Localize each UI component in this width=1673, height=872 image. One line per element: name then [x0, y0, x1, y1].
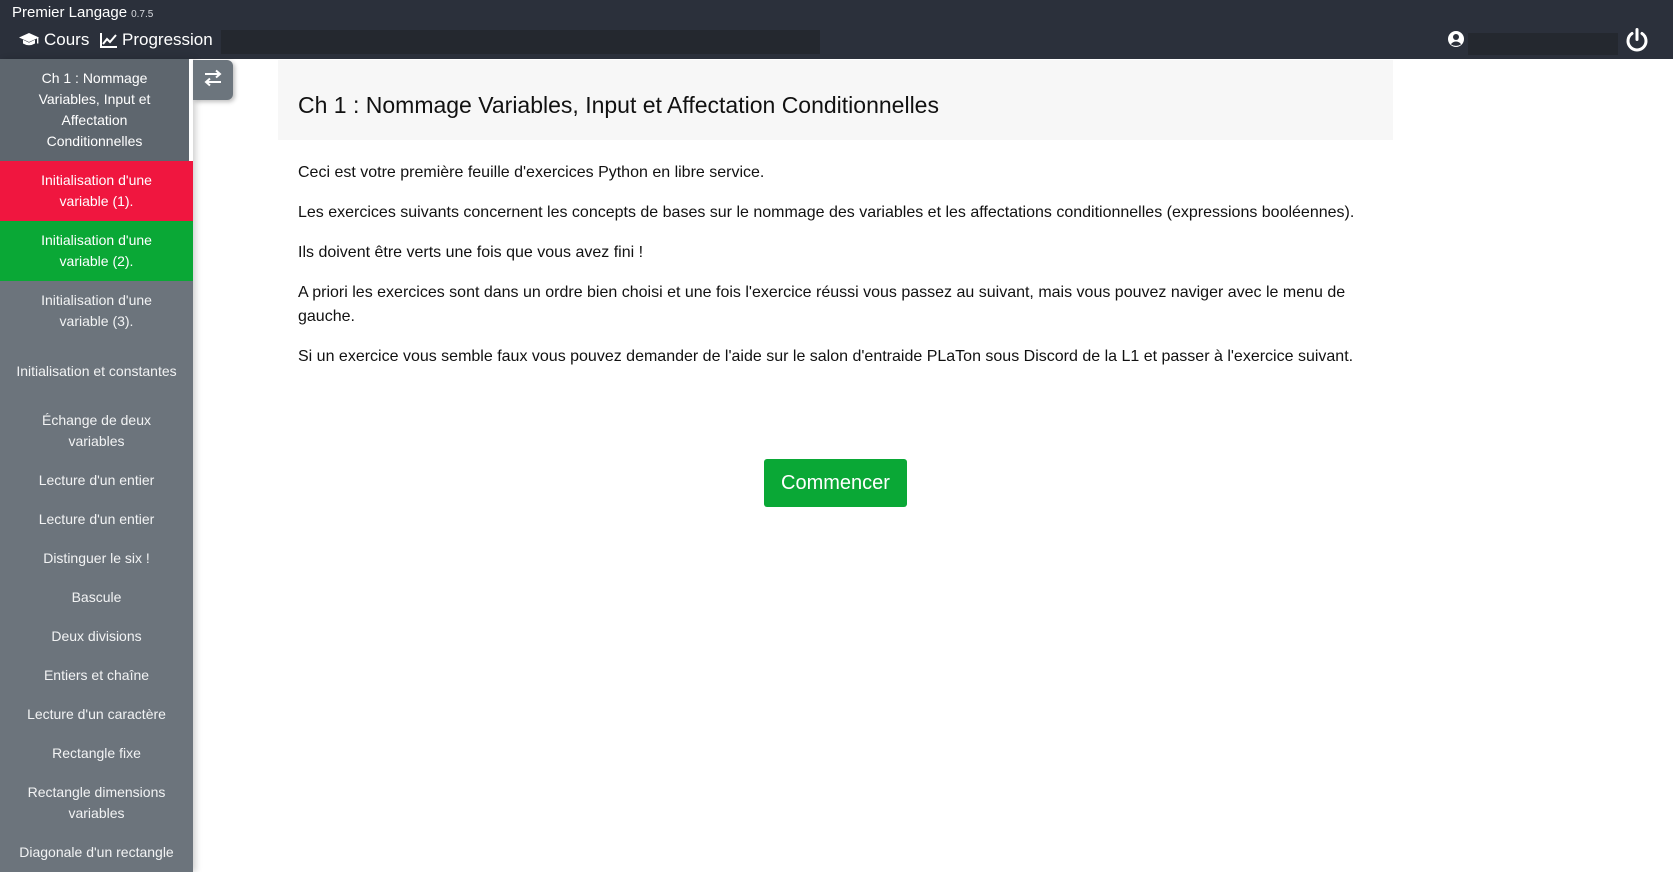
sidebar-exercise-item[interactable]: Rectangle fixe [0, 734, 193, 773]
intro-paragraph: Ceci est votre première feuille d'exerci… [298, 164, 765, 181]
intro-text: Ceci est votre première feuille d'exerci… [298, 161, 1378, 385]
navbar-search-area [221, 30, 820, 54]
sidebar-exercise-item[interactable]: Initialisation d'une variable (2). [0, 221, 193, 281]
power-icon[interactable] [1624, 27, 1650, 58]
sidebar-exercise-item[interactable]: Rectangle dimensions variables [0, 773, 193, 833]
sidebar-exercise-item[interactable]: Lecture d'un entier [0, 461, 193, 500]
sidebar-exercise-item[interactable]: Échange de deux variables [0, 401, 193, 461]
sidebar-exercise-item[interactable]: Initialisation d'une variable (3). [0, 281, 193, 341]
nav-progression-label: Progression [122, 30, 213, 49]
nav-cours-label: Cours [44, 30, 90, 49]
sidebar-toggle-button[interactable] [193, 60, 233, 100]
page-title: Ch 1 : Nommage Variables, Input et Affec… [298, 92, 939, 118]
nav-progression-link[interactable]: Progression [100, 30, 213, 50]
sidebar-exercise-item[interactable]: Initialisation d'une variable (1). [0, 161, 193, 221]
sidebar-exercise-item[interactable]: Lecture d'un entier [0, 500, 193, 539]
sidebar-exercise-item[interactable]: Diagonale d'un rectangle [0, 833, 193, 872]
app-brand: Premier Langage 0.7.5 [12, 4, 153, 21]
start-button[interactable]: Commencer [764, 459, 907, 507]
intro-paragraph: A priori les exercices sont dans un ordr… [298, 284, 1346, 325]
sidebar-exercise-item[interactable]: Entiers et chaîne [0, 656, 193, 695]
sidebar-chapter-title[interactable]: Ch 1 : Nommage Variables, Input et Affec… [0, 59, 193, 161]
user-circle-icon[interactable] [1447, 30, 1465, 53]
app-name: Premier Langage [12, 4, 128, 21]
sidebar-exercise-item[interactable]: Initialisation et constantes [0, 341, 193, 401]
line-chart-icon [100, 32, 118, 48]
top-navbar: Premier Langage 0.7.5 Cours Progression [0, 0, 1673, 59]
sidebar-exercise-item[interactable]: Bascule [0, 578, 193, 617]
swap-arrows-icon [203, 69, 223, 92]
intro-paragraph: Les exercices suivants concernent les co… [298, 204, 1355, 221]
sidebar-exercise-item[interactable]: Deux divisions [0, 617, 193, 656]
graduation-cap-icon [18, 32, 40, 48]
sidebar-exercise-item[interactable]: Distinguer le six ! [0, 539, 193, 578]
exercise-sidebar: Ch 1 : Nommage Variables, Input et Affec… [0, 59, 193, 872]
sidebar-exercise-item[interactable]: Lecture d'un caractère [0, 695, 193, 734]
nav-cours-link[interactable]: Cours [18, 30, 89, 50]
intro-paragraph: Ils doivent être verts une fois que vous… [298, 244, 644, 261]
username-display [1468, 33, 1618, 55]
app-version: 0.7.5 [131, 9, 154, 20]
intro-paragraph: Si un exercice vous semble faux vous pou… [298, 348, 1354, 365]
